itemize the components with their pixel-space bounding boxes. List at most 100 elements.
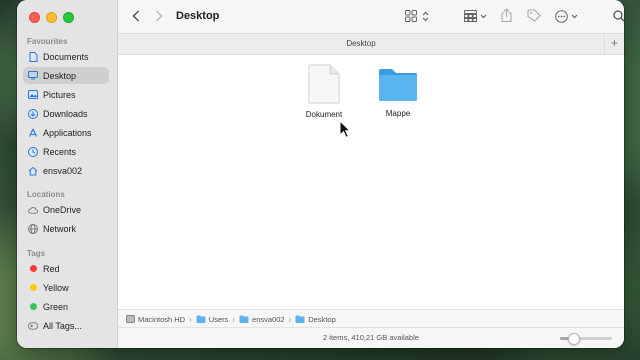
sidebar-item-documents[interactable]: Documents	[23, 48, 109, 65]
mouse-pointer	[339, 119, 352, 140]
home-icon	[28, 166, 38, 176]
sidebar-item-label: Documents	[43, 51, 89, 62]
sidebar-item-onedrive[interactable]: OneDrive	[23, 201, 109, 218]
sidebar-item-label: Applications	[43, 127, 92, 138]
path-separator: ›	[288, 314, 292, 324]
main-pane: Desktop Desktop + Dokument Mappe Macinto…	[118, 0, 624, 348]
status-text: 2 items, 410,21 GB available	[323, 333, 419, 342]
tab-bar: Desktop +	[118, 33, 624, 55]
chevron-up-down-icon	[422, 11, 429, 21]
sidebar: Favourites Documents Desktop Pictures Do…	[17, 0, 118, 348]
applications-icon	[28, 128, 38, 138]
path-label: ensva002	[252, 314, 285, 324]
file-area: Dokument Mappe	[118, 54, 624, 310]
sidebar-item-label: Desktop	[43, 70, 77, 81]
status-bar: 2 items, 410,21 GB available	[118, 327, 624, 348]
folder-item[interactable]: Mappe	[368, 67, 428, 118]
all-tags-icon	[28, 321, 38, 331]
favourites-heading: Favourites	[27, 37, 68, 46]
tags-heading: Tags	[27, 249, 46, 258]
chevron-down-icon	[571, 14, 578, 19]
generic-file-icon	[308, 64, 340, 104]
tag-button[interactable]	[527, 9, 541, 23]
cloud-icon	[28, 205, 38, 215]
toolbar: Desktop	[118, 0, 624, 33]
back-button[interactable]	[132, 10, 140, 22]
path-item-macintosh-hd[interactable]: Macintosh HD	[126, 315, 185, 324]
sidebar-item-label: ensva002	[43, 165, 83, 176]
slider-knob[interactable]	[568, 333, 581, 345]
file-label: Dokument	[305, 110, 343, 119]
path-item-users[interactable]: Users	[196, 314, 229, 324]
chevron-left-icon	[132, 10, 140, 22]
sidebar-item-label: Yellow	[43, 282, 69, 293]
chevron-down-icon	[480, 14, 487, 18]
path-item-desktop[interactable]: Desktop	[295, 315, 336, 324]
close-button[interactable]	[29, 12, 40, 23]
share-button[interactable]	[501, 8, 512, 22]
path-separator: ›	[232, 314, 236, 324]
disk-icon	[126, 315, 135, 323]
search-button[interactable]	[613, 10, 624, 22]
document-icon	[28, 51, 38, 62]
tag-dot	[29, 265, 37, 272]
share-icon	[501, 8, 512, 22]
sidebar-item-home[interactable]: ensva002	[23, 162, 109, 179]
path-item-ensva002[interactable]: ensva002	[239, 315, 285, 324]
minimize-button[interactable]	[46, 12, 57, 23]
yellow-tag-icon	[28, 283, 38, 293]
sidebar-item-label: Network	[43, 223, 77, 234]
new-tab-button[interactable]: +	[604, 34, 624, 54]
grid-view-icon	[405, 10, 417, 22]
sidebar-item-applications[interactable]: Applications	[23, 124, 109, 141]
folder-icon	[295, 315, 305, 323]
path-label: Desktop	[308, 314, 336, 324]
sidebar-item-desktop[interactable]: Desktop	[23, 67, 109, 84]
finder-window: Favourites Documents Desktop Pictures Do…	[17, 0, 624, 348]
recents-icon	[28, 146, 38, 157]
zoom-button[interactable]	[63, 12, 74, 23]
view-mode-button[interactable]	[405, 10, 429, 22]
folder-icon	[379, 69, 417, 101]
sidebar-item-label: Pictures	[43, 89, 76, 100]
sidebar-item-all-tags[interactable]: All Tags...	[23, 317, 109, 334]
sidebar-item-label: Red	[43, 263, 60, 274]
folder-icon	[196, 315, 206, 323]
sidebar-item-tag-green[interactable]: Green	[23, 298, 109, 315]
group-button[interactable]	[464, 10, 487, 22]
tag-dot	[29, 303, 37, 310]
sidebar-item-downloads[interactable]: Downloads	[23, 105, 109, 122]
path-bar: Macintosh HD › Users › ensva002 › Deskto…	[118, 309, 624, 328]
action-button[interactable]	[555, 10, 578, 23]
file-label: Mappe	[385, 109, 411, 118]
tab-desktop[interactable]: Desktop	[118, 39, 604, 48]
tag-icon	[527, 9, 541, 22]
sidebar-item-pictures[interactable]: Pictures	[23, 86, 109, 103]
desktop-icon	[28, 71, 38, 81]
green-tag-icon	[28, 302, 38, 312]
sidebar-item-tag-yellow[interactable]: Yellow	[23, 279, 109, 296]
sidebar-item-label: Downloads	[43, 108, 88, 119]
window-title: Desktop	[176, 10, 220, 22]
sidebar-item-tag-red[interactable]: Red	[23, 260, 109, 277]
red-tag-icon	[28, 264, 38, 274]
locations-heading: Locations	[27, 190, 65, 199]
sidebar-item-label: OneDrive	[43, 204, 82, 215]
chevron-right-icon	[155, 10, 163, 22]
file-item[interactable]: Dokument	[294, 64, 354, 119]
path-label: Users	[208, 314, 229, 324]
path-separator: ›	[189, 314, 192, 324]
sidebar-item-recents[interactable]: Recents	[23, 143, 109, 160]
icon-size-slider[interactable]	[560, 333, 612, 345]
sidebar-item-label: All Tags...	[43, 320, 82, 331]
tag-dot	[29, 284, 37, 291]
group-by-icon	[464, 10, 477, 22]
arrow-cursor-icon	[339, 119, 352, 138]
pictures-icon	[28, 90, 38, 100]
more-icon	[555, 10, 568, 23]
forward-button[interactable]	[155, 10, 163, 22]
folder-icon	[239, 315, 249, 323]
window-controls	[29, 12, 74, 23]
globe-icon	[28, 223, 38, 234]
sidebar-item-network[interactable]: Network	[23, 220, 109, 237]
